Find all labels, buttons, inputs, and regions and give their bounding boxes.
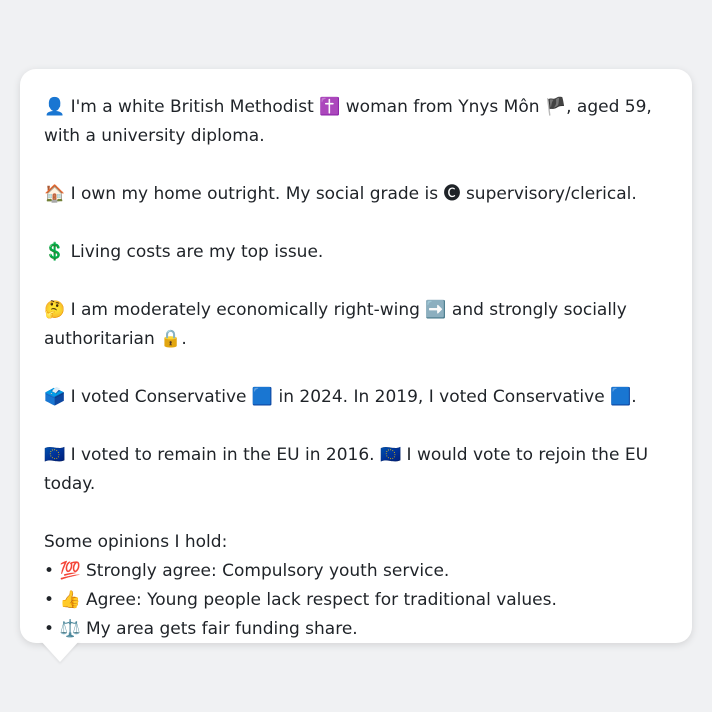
opinion-text: Strongly agree: Compulsory youth service… (86, 561, 450, 581)
voting-line: 🗳️ I voted Conservative 🟦 in 2024. In 20… (44, 383, 668, 412)
identity-text-a: I'm a white British Methodist (70, 97, 314, 117)
bullet: • (44, 561, 55, 581)
thinking-face-icon: 🤔 (44, 300, 66, 320)
ideology-text-c: . (181, 329, 187, 349)
eu-flag-icon: 🇪🇺 (44, 445, 66, 465)
eu-line: 🇪🇺 I voted to remain in the EU in 2016. … (44, 441, 668, 499)
housing-text-b: supervisory/clerical. (465, 184, 637, 204)
ideology-line: 🤔 I am moderately economically right-win… (44, 296, 668, 354)
issue-line: 💲 Living costs are my top issue. (44, 238, 668, 267)
person-icon: 👤 (44, 97, 66, 117)
opinions-list: • 💯 Strongly agree: Compulsory youth ser… (44, 557, 668, 644)
ideology-text-a: I am moderately economically right-wing (70, 300, 420, 320)
bullet: • (44, 590, 55, 610)
voting-text-b: in 2024. In 2019, I voted Conservative (278, 387, 605, 407)
list-item: • ⚖️ My area gets fair funding share. (44, 615, 668, 644)
house-icon: 🏠 (44, 184, 66, 204)
persona-card: 👤 I'm a white British Methodist ✝️ woman… (20, 69, 692, 643)
speech-bubble-tail (40, 640, 80, 662)
voting-text-a: I voted Conservative (70, 387, 247, 407)
list-item: • 👍 Agree: Young people lack respect for… (44, 586, 668, 615)
grade-c-badge-icon: 🅒 (443, 184, 461, 204)
hundred-points-icon: 💯 (59, 561, 81, 581)
opinions-heading: Some opinions I hold: (44, 532, 228, 552)
blue-square-icon: 🟦 (610, 387, 632, 407)
issue-text: Living costs are my top issue. (70, 242, 324, 262)
list-item: • 💯 Strongly agree: Compulsory youth ser… (44, 557, 668, 586)
thumbs-up-icon: 👍 (59, 590, 81, 610)
eu-text-a: I voted to remain in the EU in 2016. (70, 445, 375, 465)
identity-text-b: woman from Ynys Môn (345, 97, 540, 117)
voting-text-c: . (631, 387, 637, 407)
housing-text-a: I own my home outright. My social grade … (70, 184, 439, 204)
balance-scale-icon: ⚖️ (59, 619, 81, 639)
ballot-box-icon: 🗳️ (44, 387, 66, 407)
identity-line: 👤 I'm a white British Methodist ✝️ woman… (44, 93, 668, 151)
opinion-text: My area gets fair funding share. (86, 619, 358, 639)
right-arrow-icon: ➡️ (425, 300, 447, 320)
opinion-text: Agree: Young people lack respect for tra… (86, 590, 557, 610)
blue-square-icon: 🟦 (251, 387, 274, 407)
wales-flag-icon: 🏴 (544, 97, 567, 117)
housing-line: 🏠 I own my home outright. My social grad… (44, 180, 668, 209)
cross-icon: ✝️ (319, 97, 341, 117)
dollar-icon: 💲 (44, 242, 66, 262)
lock-icon: 🔒 (160, 329, 182, 349)
eu-flag-icon: 🇪🇺 (379, 445, 402, 465)
